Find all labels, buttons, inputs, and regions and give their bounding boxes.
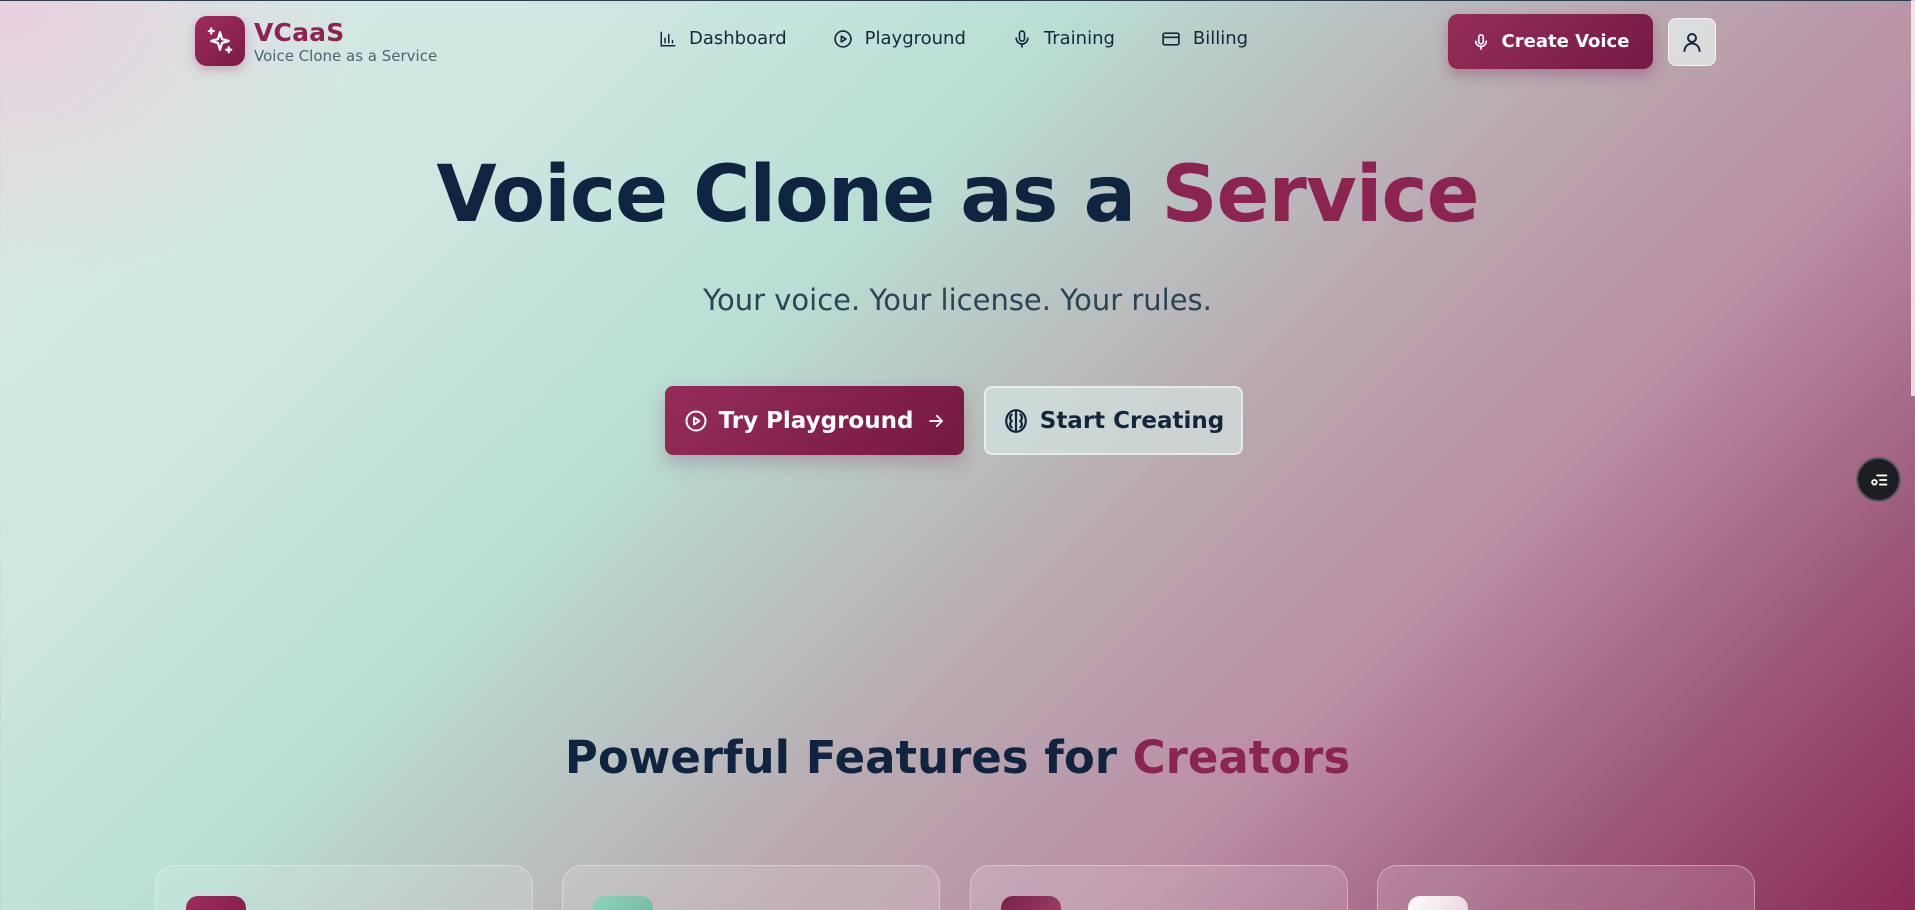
- hero-title: Voice Clone as a Service: [0, 150, 1915, 240]
- nav-item-playground[interactable]: Playground: [833, 28, 966, 49]
- logo-badge[interactable]: [195, 16, 245, 66]
- nav-item-label: Training: [1043, 28, 1115, 49]
- nav-item-dashboard[interactable]: Dashboard: [659, 28, 787, 49]
- navbar: VCaaS Voice Clone as a Service Dashboard…: [0, 0, 1915, 82]
- feature-card[interactable]: [970, 865, 1348, 910]
- brain-icon: [1004, 408, 1027, 433]
- microphone-icon: [1015, 29, 1029, 48]
- arrow-right-icon: [929, 414, 944, 427]
- start-creating-label: Start Creating: [1039, 407, 1225, 434]
- try-playground-label: Try Playground: [718, 407, 914, 434]
- create-voice-button[interactable]: Create Voice: [1448, 14, 1653, 69]
- feature-card[interactable]: [1377, 865, 1755, 910]
- features-title-accent: Creators: [1132, 731, 1351, 784]
- hero-title-main: Voice Clone as a: [436, 150, 1162, 240]
- feature-icon: [1408, 896, 1468, 910]
- create-voice-label: Create Voice: [1501, 31, 1630, 52]
- floating-toolbar-button[interactable]: [1856, 457, 1901, 502]
- try-playground-button[interactable]: Try Playground: [665, 386, 964, 455]
- start-creating-button[interactable]: Start Creating: [984, 386, 1243, 455]
- credit-card-icon: [1162, 31, 1180, 46]
- main-nav: Dashboard Playground Training Billing: [659, 28, 1294, 49]
- nav-item-billing[interactable]: Billing: [1161, 28, 1248, 49]
- hero-subtitle: Your voice. Your license. Your rules.: [703, 283, 1212, 317]
- bar-chart-icon: [660, 31, 676, 46]
- nav-item-label: Playground: [864, 28, 966, 49]
- nav-item-label: Dashboard: [689, 28, 787, 49]
- feature-card[interactable]: [155, 865, 533, 910]
- nav-item-label: Billing: [1192, 28, 1249, 49]
- nav-item-training[interactable]: Training: [1012, 28, 1115, 49]
- hero-title-accent: Service: [1161, 150, 1479, 240]
- features-title-main: Powerful Features for: [564, 731, 1133, 784]
- scrollbar-thumb[interactable]: [1911, 0, 1915, 396]
- play-circle-icon: [833, 29, 852, 48]
- feature-icon: [593, 896, 653, 910]
- features-title: Powerful Features for Creators: [0, 731, 1915, 784]
- sparkles-icon: [207, 27, 233, 54]
- brand-name[interactable]: VCaaS: [254, 18, 344, 47]
- feature-icon: [186, 896, 246, 910]
- feature-icon: [1001, 896, 1061, 910]
- list-settings-icon: [1870, 474, 1887, 485]
- brand-tagline: Voice Clone as a Service: [254, 47, 438, 65]
- user-menu-button[interactable]: [1668, 18, 1716, 66]
- microphone-icon: [1474, 33, 1487, 50]
- user-icon: [1683, 33, 1701, 52]
- play-circle-icon: [685, 410, 707, 431]
- feature-card[interactable]: [562, 865, 940, 910]
